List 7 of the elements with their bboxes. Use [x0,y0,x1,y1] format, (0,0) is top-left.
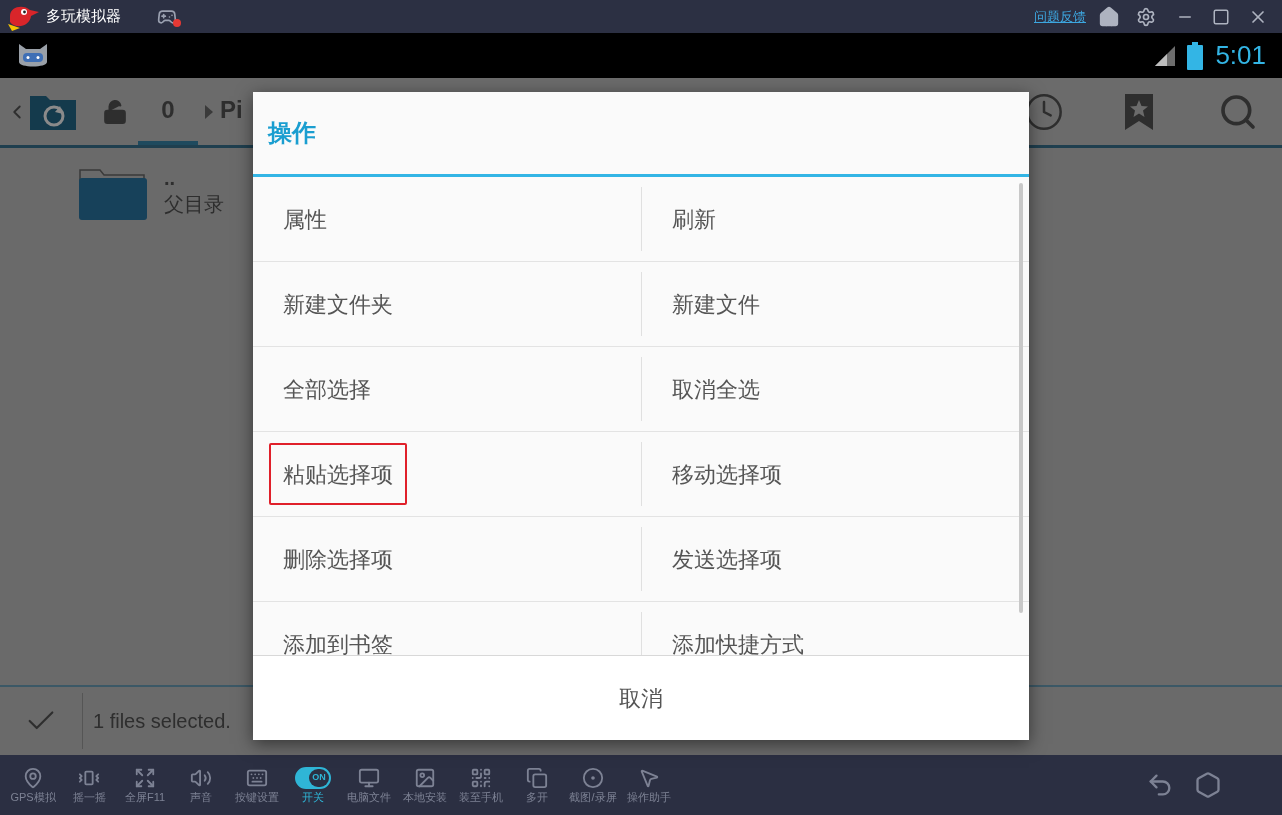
file-name: .. [164,167,177,189]
clock-time: 5:01 [1215,39,1266,72]
toggle-switch: ON [295,767,331,789]
file-description: 父目录 [164,192,224,217]
selection-status: 1 files selected. [93,709,231,734]
app-title: 多玩模拟器 [46,6,121,27]
dialog-title: 操作 [268,118,316,148]
